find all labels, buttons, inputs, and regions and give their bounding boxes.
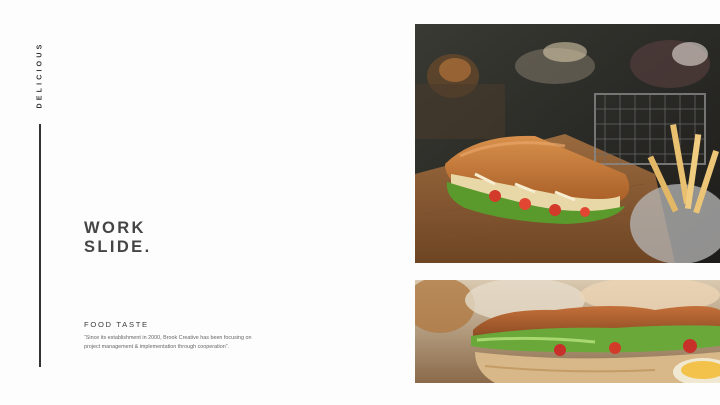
vertical-divider [39,124,41,367]
sandwich-photo-top [415,24,720,263]
title-line-2: SLIDE. [84,238,152,256]
section-subtitle: FOOD TASTE [84,320,149,329]
slide-title: WORK SLIDE. [84,219,152,257]
description-text: “Since its establishment in 2000, Brook … [84,335,252,351]
sandwich-photo-bottom [415,280,720,383]
title-line-1: WORK [84,219,146,237]
side-label: DELICIOUS [31,34,49,116]
slide: DELICIOUS WORK SLIDE. FOOD TASTE “Since … [0,0,720,405]
side-label-text: DELICIOUS [36,41,44,109]
